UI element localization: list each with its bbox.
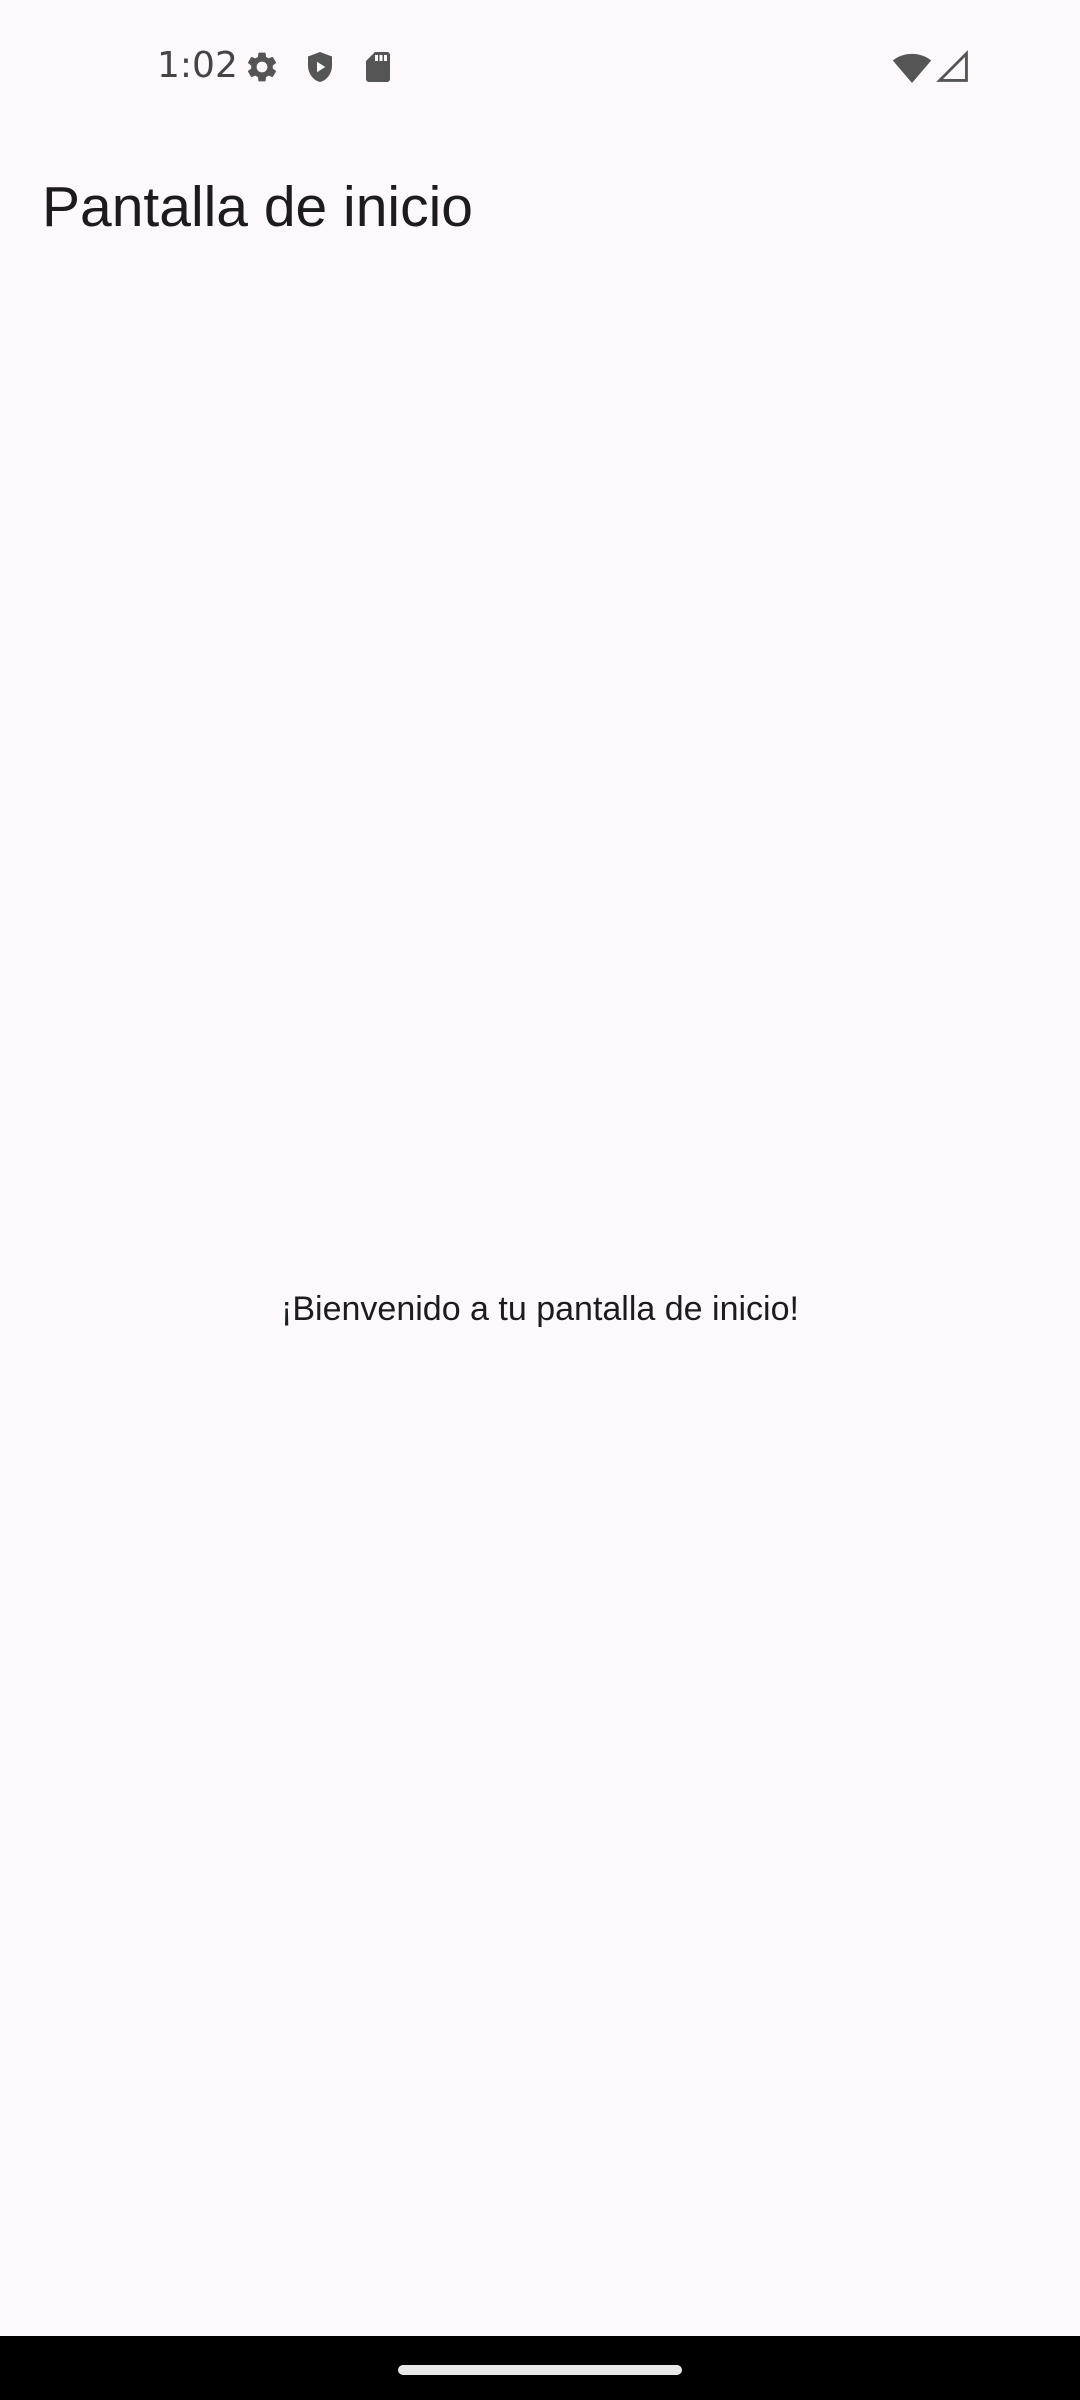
settings-icon [244,49,280,85]
home-gesture-handle[interactable] [398,2365,682,2375]
wifi-icon [892,48,932,88]
welcome-message: ¡Bienvenido a tu pantalla de inicio! [281,1290,799,1328]
status-bar: 1:02 [0,0,1080,130]
shield-icon [302,49,338,85]
status-time: 1:02 [157,45,238,86]
sd-card-icon [360,49,396,85]
page-title: Pantalla de inicio [42,175,473,239]
home-screen: 1:02 Pantalla de inicio ¡Bienvenido a tu… [0,0,1080,2400]
navigation-bar [0,2336,1080,2400]
cellular-signal-icon [936,50,970,84]
